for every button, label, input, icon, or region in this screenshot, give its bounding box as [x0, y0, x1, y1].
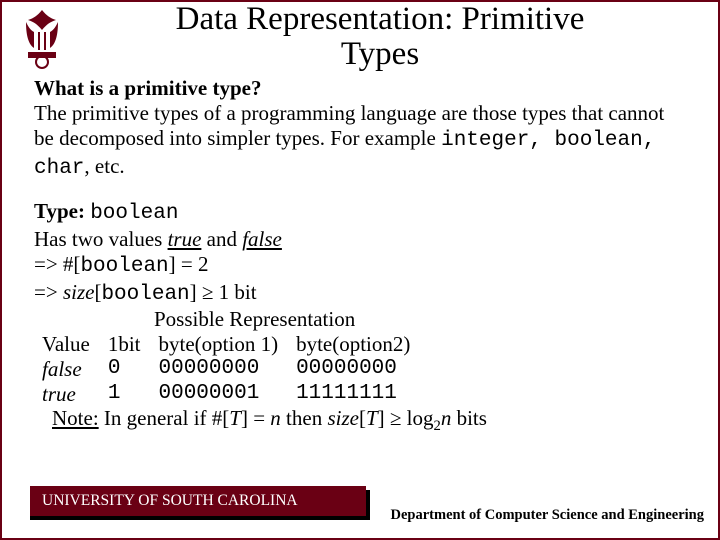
note-j: ] ≥ log: [378, 406, 434, 430]
col-value: Value: [42, 332, 108, 357]
note-d: ] =: [241, 406, 270, 430]
has-false: false: [242, 227, 282, 251]
note-line: Note: In general if #[T] = n then size[T…: [52, 406, 688, 436]
eq1-a: => #[: [34, 252, 80, 276]
question-heading: What is a primitive type?: [34, 76, 688, 101]
possible-rep-heading: Possible Representation: [34, 307, 688, 332]
university-logo: [14, 8, 70, 75]
eq1: => #[boolean] = 2: [34, 252, 688, 280]
slide-title: Data Representation: Primitive Types: [62, 2, 698, 71]
eq2: => size[boolean] ≥ 1 bit: [34, 280, 688, 308]
note-f: then: [281, 406, 328, 430]
type-name: boolean: [90, 202, 178, 225]
cell-1bit: 1: [108, 382, 159, 407]
table-row: true 1 00000001 11111111: [42, 382, 428, 407]
has-and: and: [201, 227, 242, 251]
cell-value: true: [42, 382, 108, 407]
slide-body: What is a primitive type? The primitive …: [2, 71, 718, 436]
note-h: [: [359, 406, 366, 430]
title-line-2: Types: [341, 36, 419, 72]
type-section: Type: boolean: [34, 199, 688, 227]
note-c: T: [229, 406, 241, 430]
intro-text: The primitive types of a programming lan…: [34, 101, 688, 181]
footer-right: Department of Computer Science and Engin…: [391, 507, 704, 524]
col-byte1: byte(option 1): [159, 332, 297, 357]
table-row: false 0 00000000 00000000: [42, 357, 428, 382]
has-values: Has two values true and false: [34, 227, 688, 252]
has-a: Has two values: [34, 227, 168, 251]
eq1-b: ] = 2: [169, 252, 209, 276]
intro-b: , etc.: [84, 154, 124, 178]
note-b: In general if #[: [99, 406, 230, 430]
note-m: bits: [451, 406, 487, 430]
col-1bit: 1bit: [108, 332, 159, 357]
note-e: n: [270, 406, 281, 430]
note-a: Note:: [52, 406, 99, 430]
footer-left: UNIVERSITY OF SOUTH CAROLINA: [30, 486, 366, 516]
note-g: size: [327, 406, 359, 430]
slide: Data Representation: Primitive Types Wha…: [0, 0, 720, 540]
cell-byte1: 00000001: [159, 382, 297, 407]
table-row: Value 1bit byte(option 1) byte(option2): [42, 332, 428, 357]
eq2-code: boolean: [101, 283, 189, 306]
has-true: true: [168, 227, 202, 251]
eq2-c: ] ≥ 1 bit: [190, 280, 257, 304]
type-label: Type:: [34, 199, 90, 223]
eq2-a: =>: [34, 280, 63, 304]
footer: UNIVERSITY OF SOUTH CAROLINA Department …: [30, 494, 704, 526]
cell-byte1: 00000000: [159, 357, 297, 382]
representation-table: Value 1bit byte(option 1) byte(option2) …: [42, 332, 428, 406]
title-line-1: Data Representation: Primitive: [176, 1, 585, 37]
note-k: 2: [434, 419, 441, 435]
cell-byte2: 11111111: [296, 382, 428, 407]
col-byte2: byte(option2): [296, 332, 428, 357]
note-l: n: [441, 406, 452, 430]
cell-1bit: 0: [108, 357, 159, 382]
eq1-code: boolean: [80, 255, 168, 278]
note-i: T: [366, 406, 378, 430]
cell-value: false: [42, 357, 108, 382]
cell-byte2: 00000000: [296, 357, 428, 382]
eq2-size: size: [63, 280, 95, 304]
